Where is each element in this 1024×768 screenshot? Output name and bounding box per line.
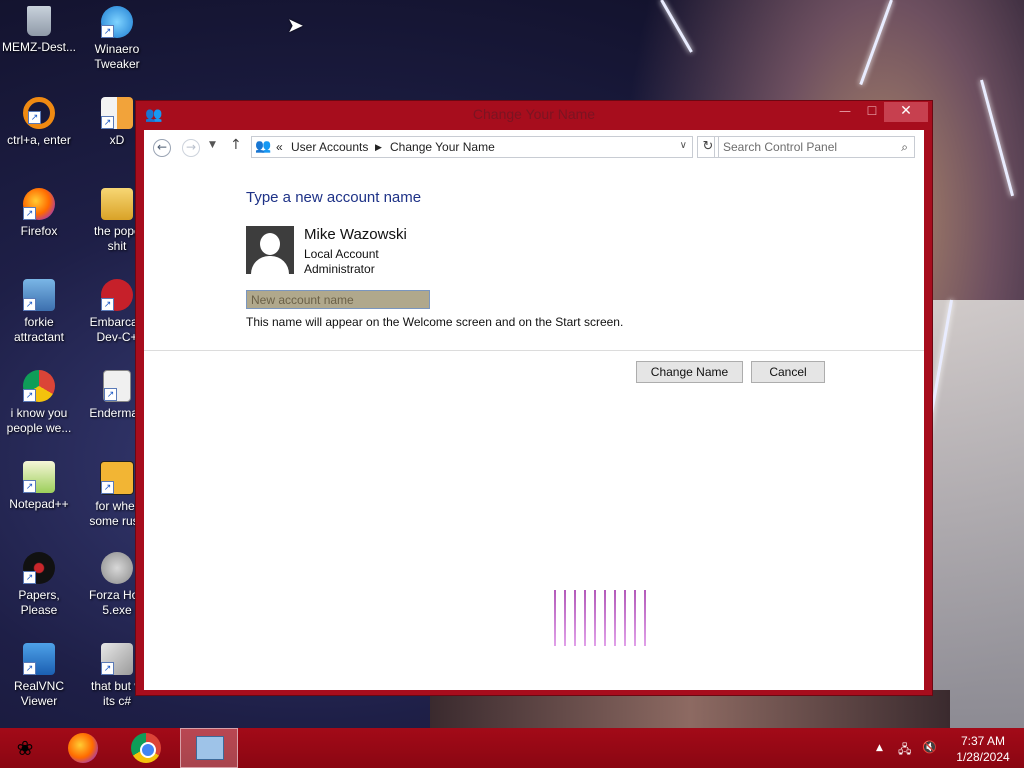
shortcut-arrow-icon: ↗ (101, 25, 114, 38)
desktop-icon-winaero[interactable]: ↗ Winaero Tweaker (78, 6, 156, 72)
taskbar-control-panel[interactable] (180, 728, 238, 768)
mouse-cursor-icon: ➤ (287, 13, 304, 37)
control-panel-icon (196, 736, 224, 760)
winaero-icon: ↗ (101, 6, 133, 38)
desktop-icon-label: Firefox (20, 224, 58, 238)
orange-ring-icon: ↗ (23, 97, 55, 129)
folder-icon (101, 188, 133, 220)
desktop-icon-label: forkie attractant (13, 315, 65, 344)
breadcrumb-user-accounts[interactable]: User Accounts (291, 140, 368, 154)
page-title: Type a new account name (246, 189, 422, 206)
search-input[interactable]: Search Control Panel ⌕ (714, 136, 915, 158)
papers-please-icon: ↗ (23, 552, 55, 584)
change-name-button[interactable]: Change Name (636, 361, 743, 383)
search-icon[interactable]: ⌕ (901, 140, 908, 155)
desktop-icon-label: ctrl+a, enter (7, 133, 71, 147)
minimize-button[interactable]: — (832, 102, 858, 122)
breadcrumb-separator-icon: ▶ (375, 142, 382, 152)
change-name-window: 👥 Change Your Name — ☐ ✕ ← → ▼ ↑ 👥 « Use… (135, 100, 933, 696)
desktop-icon-ctrl-a[interactable]: ↗ ctrl+a, enter (0, 97, 78, 148)
maximize-button[interactable]: ☐ (859, 102, 885, 122)
shortcut-arrow-icon: ↗ (23, 298, 36, 311)
shortcut-arrow-icon: ↗ (23, 207, 36, 220)
shortcut-arrow-icon: ↗ (101, 662, 114, 675)
pe-icon: ↗ (100, 461, 134, 495)
desktop-icon-label: i know you people we... (6, 406, 72, 435)
window-titlebar[interactable]: 👥 Change Your Name — ☐ ✕ (136, 101, 932, 128)
shortcut-arrow-icon: ↗ (101, 298, 114, 311)
shortcut-arrow-icon: ↗ (101, 481, 114, 494)
shortcut-arrow-icon: ↗ (28, 111, 41, 124)
recent-pages-chevron-icon[interactable]: ▼ (209, 140, 216, 150)
shortcut-arrow-icon: ↗ (23, 480, 36, 493)
shortcut-arrow-icon: ↗ (104, 388, 117, 401)
desktop-icon-label: Papers, Please (18, 588, 60, 617)
forward-arrow-icon[interactable]: → (182, 139, 200, 157)
taskbar: ❀ ▲ 🖧 🔇 7:37 AM 1/28/2024 (0, 728, 1024, 768)
clock-time: 7:37 AM (960, 734, 1006, 748)
shortcut-arrow-icon: ↗ (23, 662, 36, 675)
close-button[interactable]: ✕ (884, 102, 928, 122)
taskbar-clock[interactable]: 7:37 AM 1/28/2024 (948, 733, 1018, 765)
back-arrow-icon[interactable]: ← (153, 139, 171, 157)
avatar-head (260, 233, 280, 255)
clock-date: 1/28/2024 (956, 750, 1010, 764)
account-role: Administrator (304, 262, 375, 276)
desktop-icon-notepadpp[interactable]: ↗ Notepad++ (0, 461, 78, 512)
address-bar[interactable]: 👥 « User Accounts ▶ Change Your Name ∨ (251, 136, 693, 158)
desktop-icon-label: Winaero Tweaker (94, 42, 140, 71)
user-name: Mike Wazowski (304, 226, 407, 243)
breadcrumb-overflow[interactable]: « (276, 140, 283, 154)
start-button[interactable]: ❀ (10, 733, 40, 763)
taskbar-chrome-icon[interactable] (131, 733, 161, 763)
forkie-icon: ↗ (23, 279, 55, 311)
document-icon: ↗ (103, 370, 131, 402)
desktop-icon-label: MEMZ-Dest... (2, 40, 76, 54)
shortcut-arrow-icon: ↗ (101, 116, 114, 129)
desktop-icon-chrome[interactable]: ↗ i know you people we... (0, 370, 78, 436)
show-hidden-icons-icon[interactable]: ▲ (876, 743, 883, 753)
wallpaper-bottom (430, 690, 950, 730)
desktop-icon-realvnc[interactable]: ↗ RealVNC Viewer (0, 643, 78, 709)
chrome-icon: ↗ (23, 370, 55, 402)
divider (144, 350, 924, 351)
navigation-bar: ← → ▼ ↑ 👥 « User Accounts ▶ Change Your … (144, 130, 924, 168)
xd-icon: ↗ (101, 97, 133, 129)
flash-icon (101, 552, 133, 584)
shortcut-arrow-icon: ↗ (23, 571, 36, 584)
window-content: ← → ▼ ↑ 👥 « User Accounts ▶ Change Your … (144, 130, 924, 690)
devcpp-icon: ↗ (101, 279, 133, 311)
new-account-name-input[interactable] (246, 290, 430, 309)
desktop-icon-label: Notepad++ (9, 497, 69, 511)
notepadpp-icon: ↗ (23, 461, 55, 493)
window-stack-icon: ↗ (101, 643, 133, 675)
account-type: Local Account (304, 247, 379, 261)
shortcut-arrow-icon: ↗ (23, 389, 36, 402)
desktop-icon-memz[interactable]: MEMZ-Dest... (0, 6, 78, 55)
refresh-icon: ↻ (702, 139, 714, 154)
search-placeholder: Search Control Panel (723, 140, 838, 154)
avatar-body (251, 256, 289, 274)
recycle-bin-icon (27, 6, 51, 36)
up-arrow-icon[interactable]: ↑ (230, 137, 242, 153)
realvnc-icon: ↗ (23, 643, 55, 675)
user-avatar-icon (246, 226, 294, 274)
cancel-button[interactable]: Cancel (751, 361, 825, 383)
desktop-icon-papers-please[interactable]: ↗ Papers, Please (0, 552, 78, 618)
desktop-icon-label: RealVNC Viewer (13, 679, 64, 708)
window-title: Change Your Name (472, 106, 596, 122)
breadcrumb-change-your-name[interactable]: Change Your Name (390, 140, 495, 154)
start-icon: ❀ (16, 736, 34, 760)
network-icon[interactable]: 🖧 (898, 740, 911, 761)
chevron-down-icon[interactable]: ∨ (680, 140, 687, 151)
desktop-icon-forkie[interactable]: ↗ forkie attractant (0, 279, 78, 345)
desktop-icon-firefox[interactable]: ↗ Firefox (0, 188, 78, 239)
speaker-muted-icon[interactable]: 🔇 (922, 740, 937, 754)
user-accounts-icon: 👥 (255, 139, 272, 154)
name-hint: This name will appear on the Welcome scr… (246, 315, 624, 329)
glitch-artifact (552, 590, 652, 648)
firefox-icon: ↗ (23, 188, 55, 220)
taskbar-firefox-icon[interactable] (68, 733, 98, 763)
